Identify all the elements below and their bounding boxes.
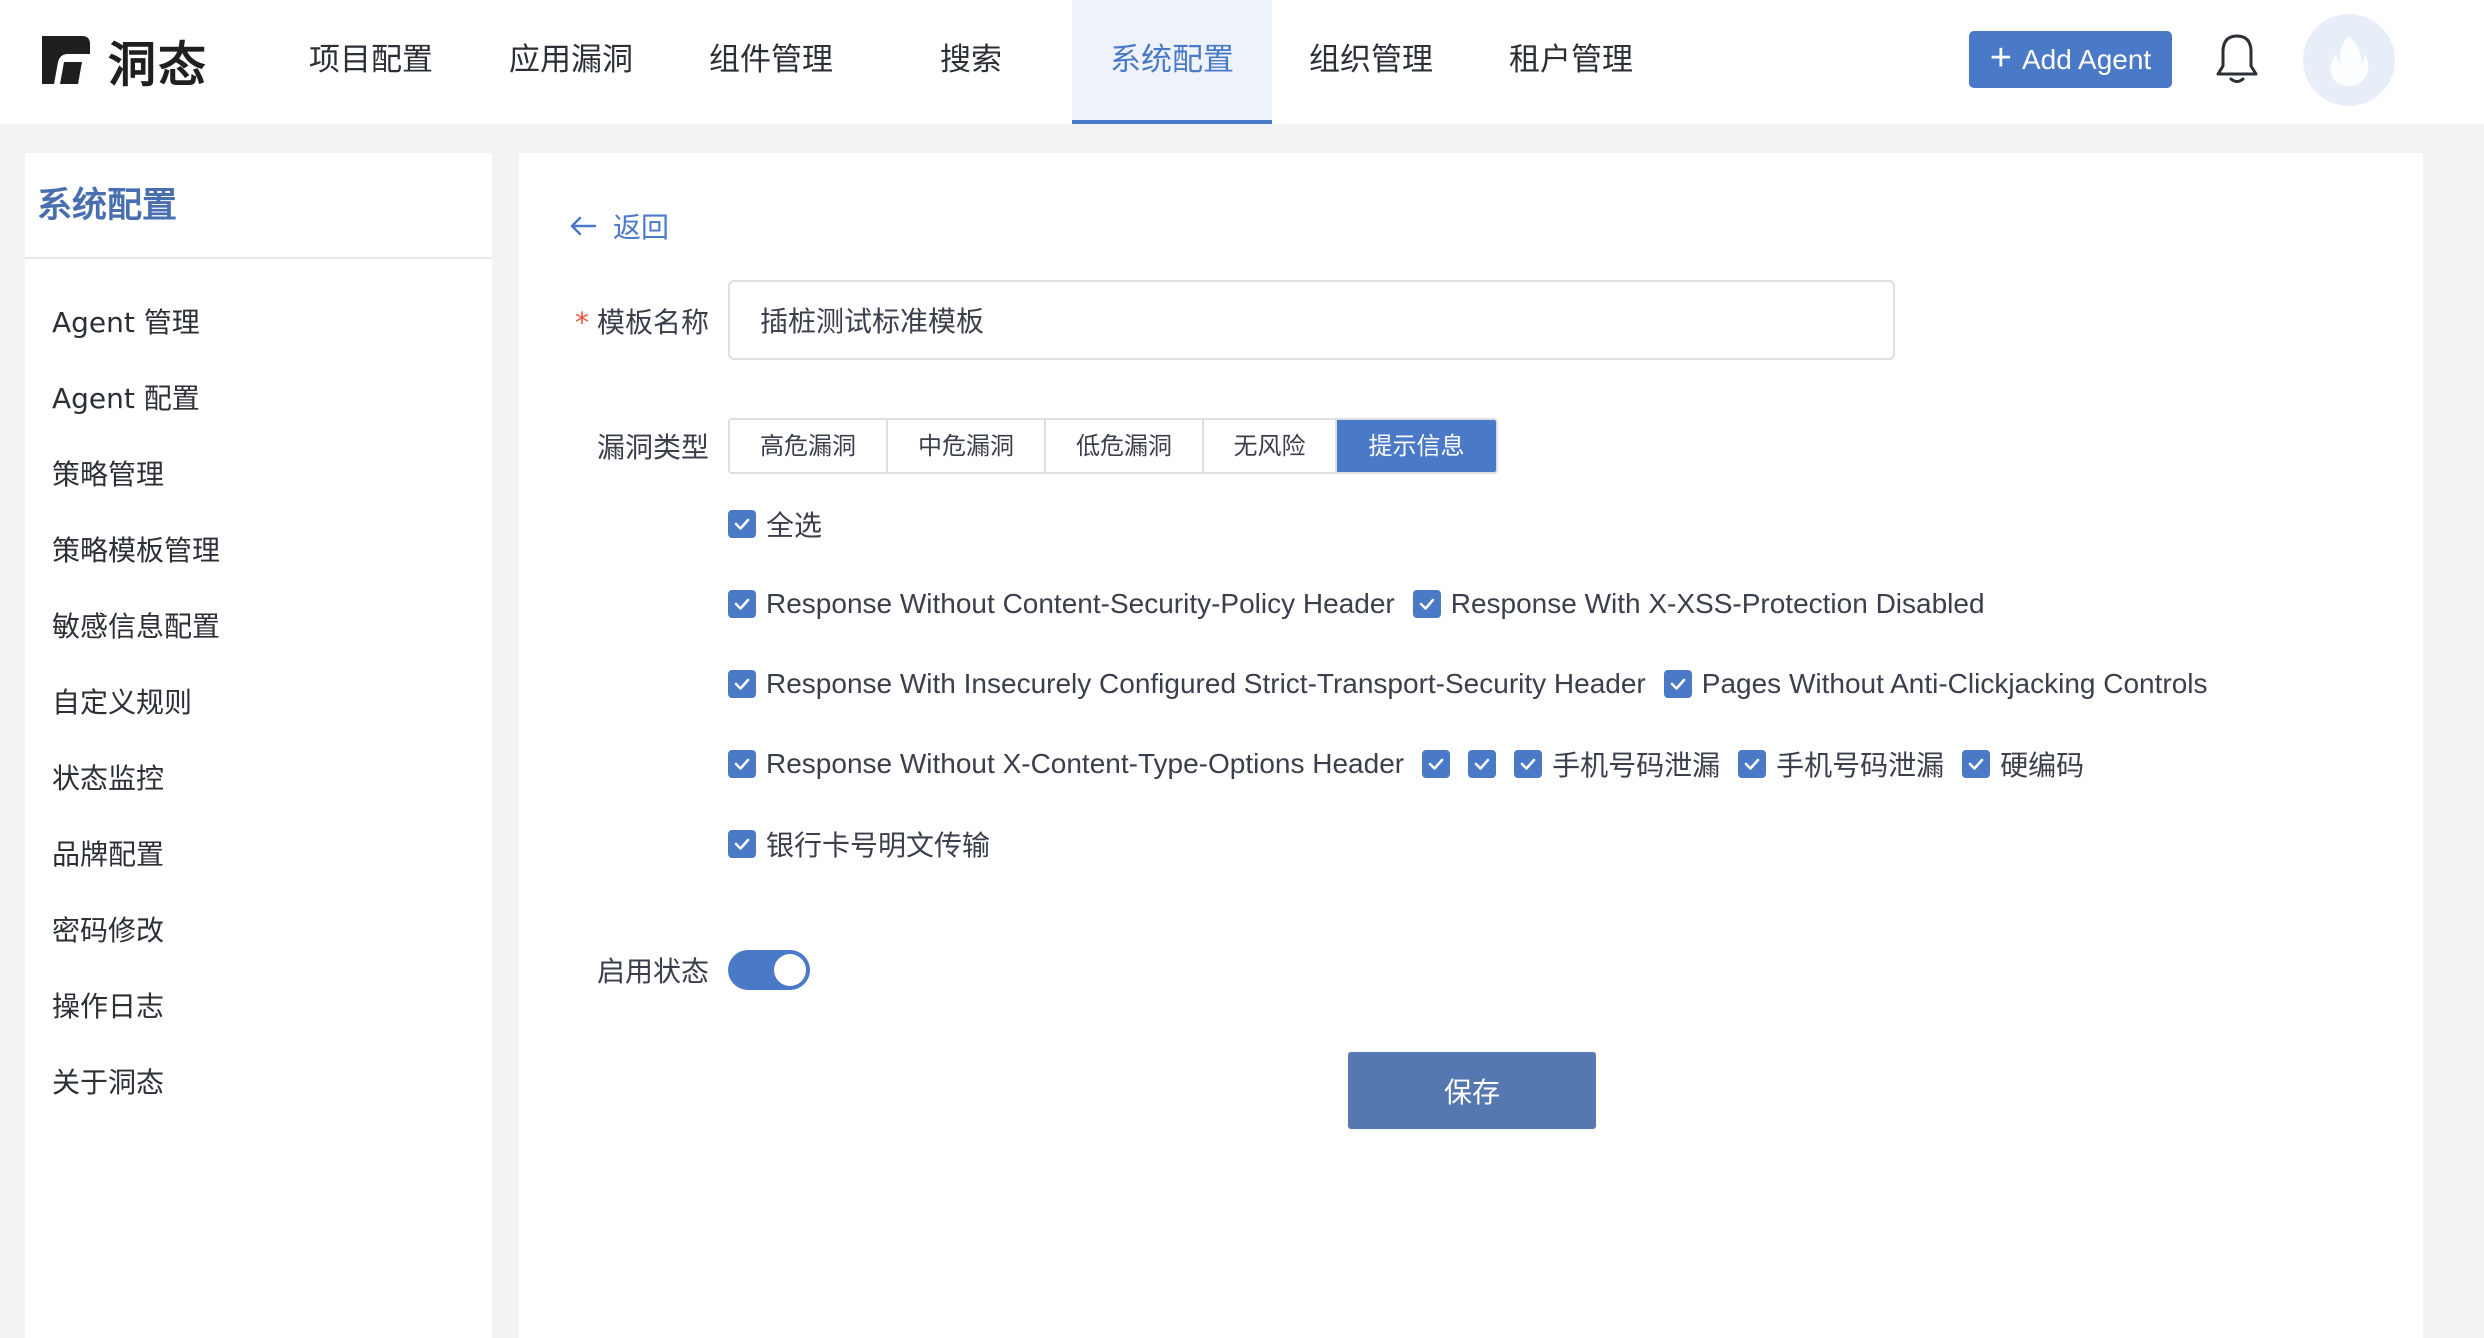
rule-label: 银行卡号明文传输: [766, 829, 991, 862]
checkbox-row-2: Response With Insecurely Configured Stri…: [728, 664, 2226, 704]
check-icon: [1962, 750, 1991, 778]
rule-checkbox-hardcoded[interactable]: 硬编码: [1962, 744, 2084, 784]
check-icon: [1468, 750, 1497, 778]
avatar[interactable]: [2303, 14, 2395, 106]
vuln-type-low[interactable]: 低危漏洞: [1046, 420, 1204, 472]
bell-icon[interactable]: [2214, 32, 2260, 86]
select-all-checkbox[interactable]: 全选: [728, 504, 822, 544]
logo-mark-icon: [42, 36, 90, 84]
brand-logo[interactable]: 洞态: [38, 30, 208, 93]
sidebar-item-status-monitor[interactable]: 状态监控: [25, 741, 492, 817]
rule-label: Response With Insecurely Configured Stri…: [766, 668, 1646, 699]
select-all-row: 全选: [728, 504, 840, 544]
required-mark: *: [574, 306, 589, 339]
brand-name: 洞态: [108, 37, 209, 93]
sidebar-item-about[interactable]: 关于洞态: [25, 1045, 492, 1121]
toggle-knob: [774, 954, 806, 986]
sidebar-item-strategy-template-management[interactable]: 策略模板管理: [25, 513, 492, 589]
sidebar-title: 系统配置: [25, 153, 492, 259]
sidebar-menu: Agent 管理 Agent 配置 策略管理 策略模板管理 敏感信息配置 自定义…: [25, 259, 492, 1121]
rule-label: 手机号码泄漏: [1552, 749, 1721, 782]
plus-icon: +: [1989, 36, 2012, 79]
nav-item-system-config[interactable]: 系统配置: [1072, 0, 1272, 124]
avatar-flame-icon: [2330, 36, 2369, 86]
rule-label: Response Without X-Content-Type-Options …: [766, 748, 1405, 779]
vuln-type-high[interactable]: 高危漏洞: [730, 420, 888, 472]
sidebar-item-operation-log[interactable]: 操作日志: [25, 969, 492, 1045]
nav-item-org-management[interactable]: 组织管理: [1286, 0, 1456, 124]
nav-item-tenant-management[interactable]: 租户管理: [1486, 0, 1656, 124]
save-button[interactable]: 保存: [1348, 1052, 1596, 1129]
rule-checkbox-bank-card-plaintext[interactable]: 银行卡号明文传输: [728, 824, 990, 864]
rule-checkbox-unnamed-1[interactable]: [1422, 750, 1451, 778]
back-link[interactable]: 返回: [569, 203, 669, 249]
sidebar-item-brand-config[interactable]: 品牌配置: [25, 817, 492, 893]
vuln-type-no-risk[interactable]: 无风险: [1204, 420, 1337, 472]
vuln-type-medium[interactable]: 中危漏洞: [888, 420, 1046, 472]
rule-label: 硬编码: [2000, 749, 2085, 782]
check-icon: [728, 750, 756, 778]
add-agent-button[interactable]: + Add Agent: [1969, 31, 2172, 88]
check-icon: [728, 830, 756, 858]
nav-item-search[interactable]: 搜索: [886, 0, 1056, 124]
rule-checkbox-xss-protection[interactable]: Response With X-XSS-Protection Disabled: [1412, 588, 1985, 620]
sidebar-item-password-change[interactable]: 密码修改: [25, 893, 492, 969]
sidebar-item-sensitive-info-config[interactable]: 敏感信息配置: [25, 589, 492, 665]
sidebar-item-agent-config[interactable]: Agent 配置: [25, 361, 492, 437]
check-icon: [1412, 590, 1441, 618]
sidebar: 系统配置 Agent 管理 Agent 配置 策略管理 策略模板管理 敏感信息配…: [25, 153, 492, 1338]
template-name-input[interactable]: [728, 280, 1895, 360]
check-icon: [728, 670, 756, 698]
check-icon: [728, 590, 756, 618]
check-icon: [1514, 750, 1543, 778]
checkbox-row-3: Response Without X-Content-Type-Options …: [728, 744, 2102, 784]
checkbox-row-1: Response Without Content-Security-Policy…: [728, 584, 2003, 624]
sidebar-item-agent-management[interactable]: Agent 管理: [25, 285, 492, 361]
check-icon: [1663, 670, 1692, 698]
rule-checkbox-unnamed-2[interactable]: [1468, 750, 1497, 778]
add-agent-label: Add Agent: [2021, 43, 2152, 75]
rule-checkbox-clickjacking[interactable]: Pages Without Anti-Clickjacking Controls: [1663, 668, 2208, 700]
checkbox-row-4: 银行卡号明文传输: [728, 824, 1008, 864]
sidebar-item-strategy-management[interactable]: 策略管理: [25, 437, 492, 513]
rule-checkbox-csp-header[interactable]: Response Without Content-Security-Policy…: [728, 588, 1395, 620]
check-icon: [1738, 750, 1767, 778]
check-icon: [728, 510, 756, 538]
select-all-label: 全选: [766, 509, 823, 542]
rule-label: Pages Without Anti-Clickjacking Controls: [1701, 668, 2208, 699]
back-label: 返回: [613, 211, 670, 244]
rule-label: Response Without Content-Security-Policy…: [766, 588, 1395, 619]
template-name-label-text: 模板名称: [596, 306, 709, 339]
enable-status-toggle[interactable]: [728, 950, 810, 990]
vuln-type-label: 漏洞类型: [596, 431, 709, 464]
enable-status-label: 启用状态: [596, 955, 709, 988]
vuln-type-info[interactable]: 提示信息: [1337, 420, 1496, 472]
rule-checkbox-content-type-options[interactable]: Response Without X-Content-Type-Options …: [728, 748, 1404, 780]
nav-item-project-config[interactable]: 项目配置: [286, 0, 456, 124]
sidebar-item-custom-rules[interactable]: 自定义规则: [25, 665, 492, 741]
rule-label: 手机号码泄漏: [1776, 749, 1945, 782]
rule-checkbox-hsts-header[interactable]: Response With Insecurely Configured Stri…: [728, 668, 1646, 700]
rule-checkbox-phone-leak-2[interactable]: 手机号码泄漏: [1738, 744, 1944, 784]
main-panel: 返回 *模板名称 漏洞类型 高危漏洞 中危漏洞 低危漏洞 无风险 提示信息 全选…: [519, 153, 2423, 1338]
check-icon: [1422, 750, 1451, 778]
rule-label: Response With X-XSS-Protection Disabled: [1450, 588, 1985, 619]
nav-item-components[interactable]: 组件管理: [686, 0, 856, 124]
rule-checkbox-phone-leak-1[interactable]: 手机号码泄漏: [1514, 744, 1720, 784]
nav-item-app-vulns[interactable]: 应用漏洞: [486, 0, 656, 124]
vuln-type-segmented-control: 高危漏洞 中危漏洞 低危漏洞 无风险 提示信息: [728, 418, 1498, 474]
arrow-left-icon: [570, 216, 597, 236]
top-navbar: 洞态 项目配置 应用漏洞 组件管理 搜索 系统配置 组织管理 租户管理 + Ad…: [0, 0, 2484, 124]
template-name-label: * 模板名称: [569, 301, 709, 341]
